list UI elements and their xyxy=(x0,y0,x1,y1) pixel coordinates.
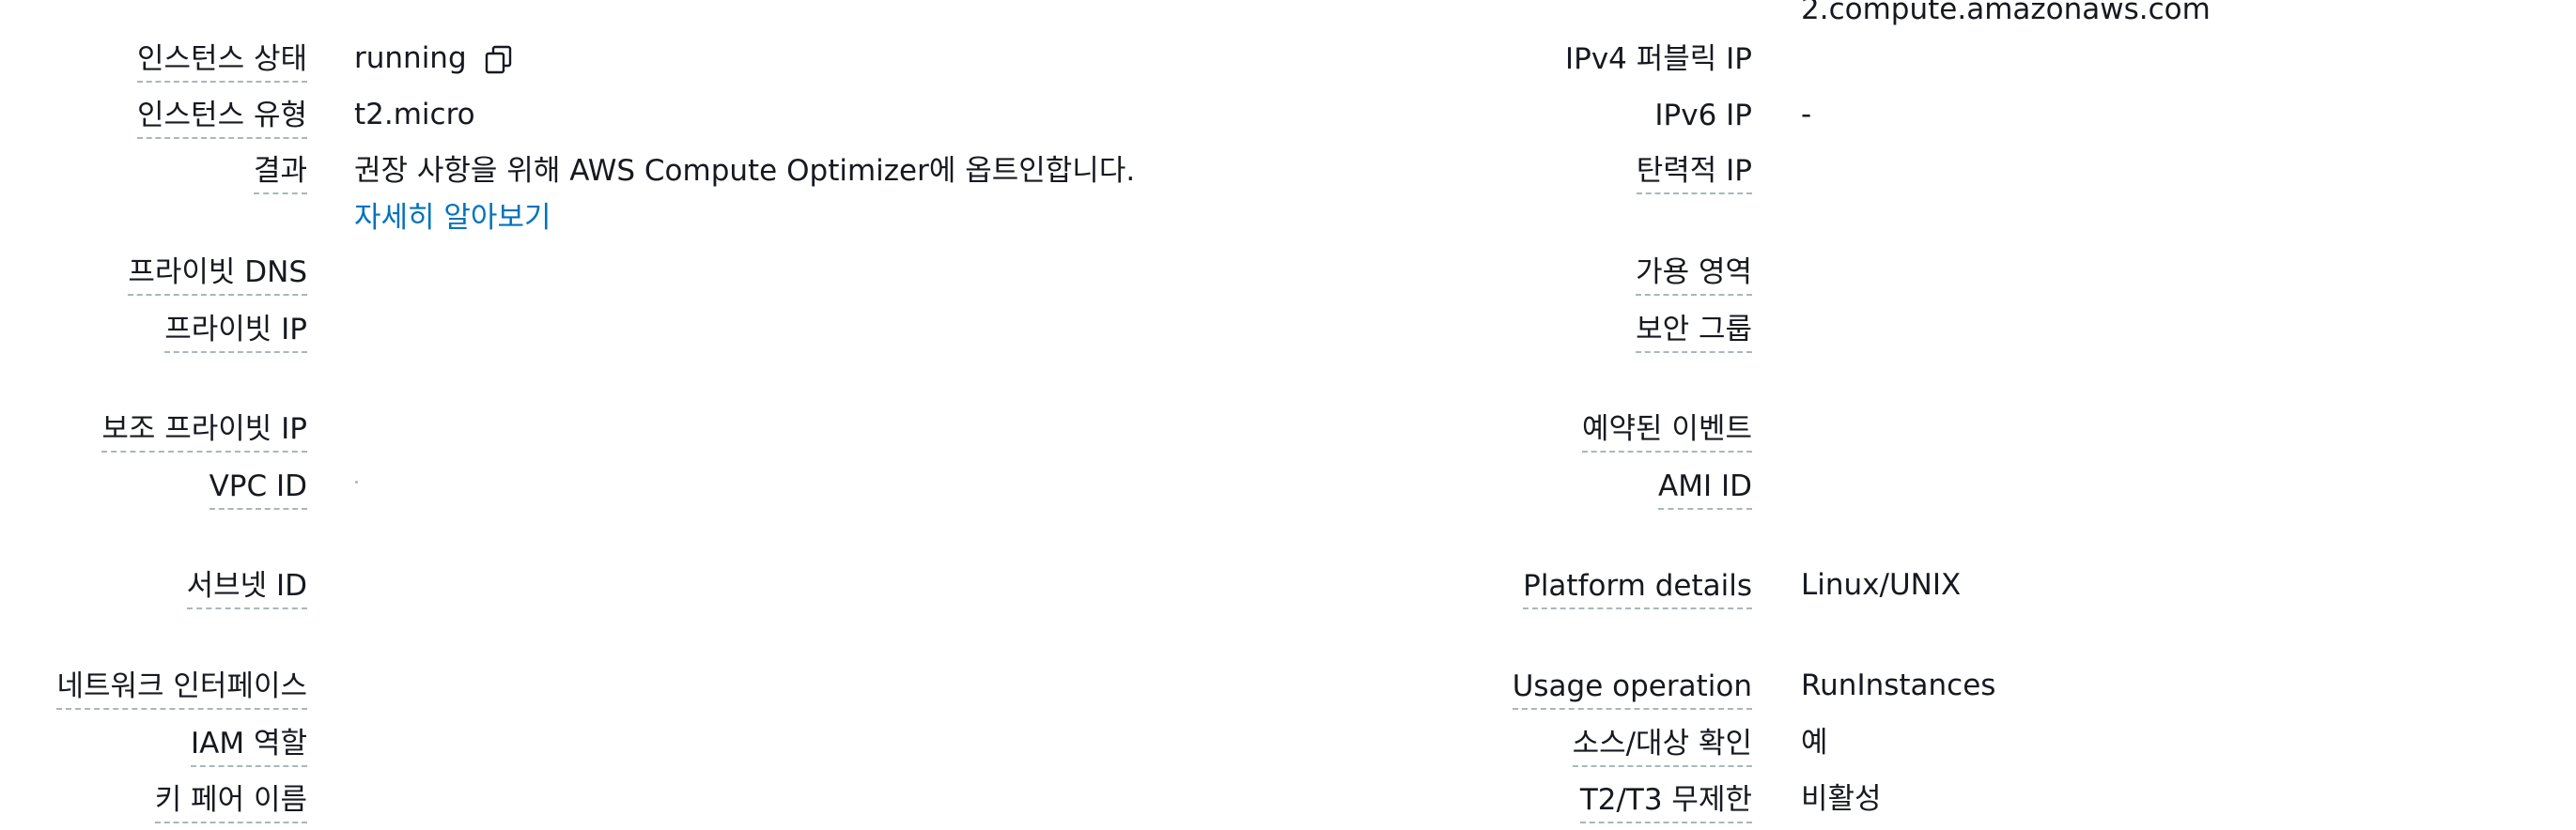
label-private-ip: 프라이빗 IP xyxy=(164,311,307,353)
label-ipv6-ip: IPv6 IP xyxy=(1654,99,1752,132)
label-iam-role: IAM 역할 xyxy=(191,725,307,767)
label-t2t3-unlimited: T2/T3 무제한 xyxy=(1579,781,1752,823)
label-scheduled-events: 예약된 이벤트 xyxy=(1582,410,1752,453)
learn-more-link[interactable]: 자세히 알아보기 xyxy=(354,199,551,237)
label-security-groups: 보안 그룹 xyxy=(1636,311,1752,353)
label-vpc-id: VPC ID xyxy=(209,468,307,510)
value-source-dest-check: 예 xyxy=(1801,726,1828,760)
value-ipv6-ip: - xyxy=(1801,98,1812,131)
label-private-dns: 프라이빗 DNS xyxy=(128,254,307,296)
label-elastic-ip: 탄력적 IP xyxy=(1636,152,1752,194)
label-instance-state: 인스턴스 상태 xyxy=(137,40,307,83)
label-finding: 결과 xyxy=(253,152,307,194)
value-instance-type: t2.micro xyxy=(354,98,475,131)
value-t2t3-unlimited: 비활성 xyxy=(1801,782,1882,816)
value-usage-operation: RunInstances xyxy=(1801,669,1996,702)
label-ipv4-public-ip: IPv4 퍼블릭 IP xyxy=(1564,42,1752,76)
vpc-id-value-mark xyxy=(355,481,358,484)
label-ami-id: AMI ID xyxy=(1658,468,1752,510)
copy-icon[interactable] xyxy=(481,42,517,78)
label-secondary-private-ip: 보조 프라이빗 IP xyxy=(101,410,307,453)
label-usage-operation: Usage operation xyxy=(1512,668,1752,710)
label-availability-zone: 가용 영역 xyxy=(1636,254,1752,296)
value-platform-details: Linux/UNIX xyxy=(1801,568,1962,602)
label-subnet-id: 서브넷 ID xyxy=(186,567,307,609)
value-finding: 권장 사항을 위해 AWS Compute Optimizer에 옵트인합니다. xyxy=(354,154,1136,188)
label-platform-details: Platform details xyxy=(1523,567,1752,609)
label-instance-type: 인스턴스 유형 xyxy=(137,97,307,139)
value-public-dns-partial: 2.compute.amazonaws.com xyxy=(1801,0,2211,26)
label-key-pair-name: 키 페어 이름 xyxy=(154,781,307,823)
label-network-interfaces: 네트워크 인터페이스 xyxy=(56,668,307,710)
label-source-dest-check: 소스/대상 확인 xyxy=(1572,725,1752,767)
value-instance-state: running xyxy=(354,41,467,75)
instance-details-panel: 인스턴스 상태 인스턴스 유형 결과 프라이빗 DNS 프라이빗 IP 보조 프… xyxy=(0,0,2576,830)
